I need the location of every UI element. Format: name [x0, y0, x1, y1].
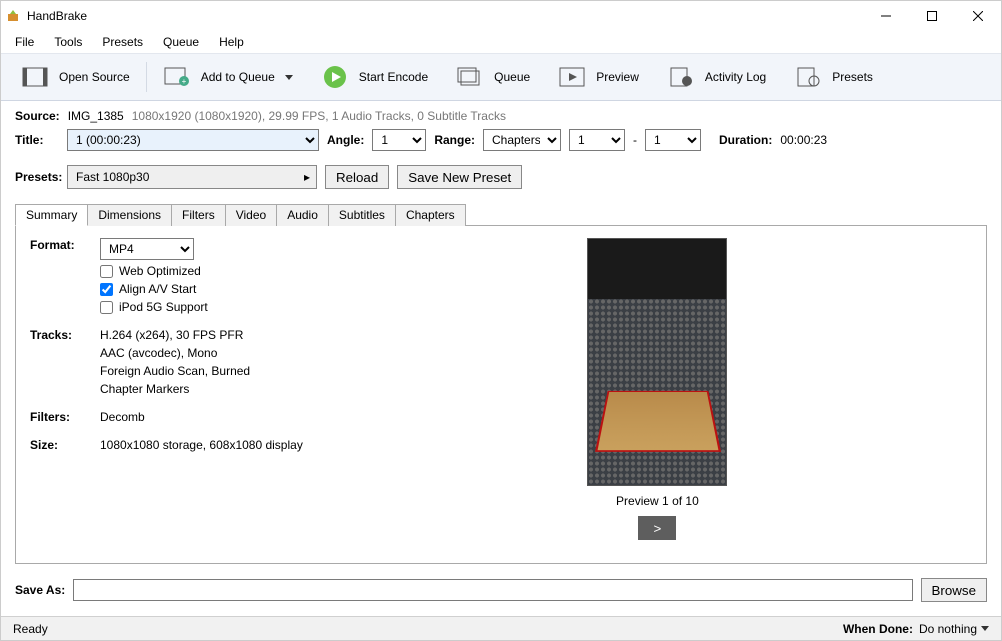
tracks-line: AAC (avcodec), Mono	[100, 346, 303, 360]
duration-value: 00:00:23	[780, 133, 827, 147]
presets-icon	[794, 66, 822, 88]
preset-select[interactable]: Fast 1080p30 ▸	[67, 165, 317, 189]
chevron-down-icon	[285, 75, 293, 80]
open-source-button[interactable]: Open Source	[7, 62, 144, 92]
queue-label: Queue	[494, 70, 530, 84]
open-source-label: Open Source	[59, 70, 130, 84]
tabs: Summary Dimensions Filters Video Audio S…	[15, 203, 987, 225]
range-label: Range:	[434, 133, 475, 147]
preview-icon	[558, 66, 586, 88]
tracks-label: Tracks:	[30, 328, 100, 396]
source-row: Source: IMG_1385 1080x1920 (1080x1920), …	[1, 101, 1001, 123]
title-row: Title: 1 (00:00:23) Angle: 1 Range: Chap…	[1, 123, 1001, 151]
preview-label: Preview	[596, 70, 639, 84]
menu-help[interactable]: Help	[211, 33, 252, 51]
status-text: Ready	[13, 622, 48, 636]
maximize-button[interactable]	[909, 1, 955, 31]
film-icon	[21, 66, 49, 88]
tracks-line: Chapter Markers	[100, 382, 303, 396]
toolbar: Open Source + Add to Queue Start Encode …	[1, 53, 1001, 101]
format-label: Format:	[30, 238, 100, 314]
summary-grid: Format: MP4 Web Optimized Align A/V Star…	[30, 238, 303, 551]
format-select[interactable]: MP4	[100, 238, 194, 260]
activity-log-label: Activity Log	[705, 70, 766, 84]
size-label: Size:	[30, 438, 100, 452]
save-row: Save As: Browse	[1, 564, 1001, 616]
presets-label: Presets:	[15, 170, 59, 184]
play-icon	[321, 66, 349, 88]
source-details: 1080x1920 (1080x1920), 29.99 FPS, 1 Audi…	[132, 109, 506, 123]
web-optimized-checkbox[interactable]: Web Optimized	[100, 264, 303, 278]
save-as-input[interactable]	[73, 579, 912, 601]
title-label: Title:	[15, 133, 59, 147]
start-encode-label: Start Encode	[359, 70, 428, 84]
chevron-down-icon	[981, 626, 989, 631]
tracks-line: H.264 (x264), 30 FPS PFR	[100, 328, 303, 342]
tab-filters[interactable]: Filters	[171, 204, 226, 226]
tracks-list: H.264 (x264), 30 FPS PFR AAC (avcodec), …	[100, 328, 303, 396]
preview-column: Preview 1 of 10 >	[587, 238, 727, 551]
queue-button[interactable]: Queue	[442, 62, 544, 92]
queue-icon	[456, 66, 484, 88]
svg-text:+: +	[181, 77, 186, 86]
range-end-select[interactable]: 1	[645, 129, 701, 151]
range-start-select[interactable]: 1	[569, 129, 625, 151]
tab-subtitles[interactable]: Subtitles	[328, 204, 396, 226]
ipod-checkbox[interactable]: iPod 5G Support	[100, 300, 303, 314]
preview-image	[587, 238, 727, 486]
size-value: 1080x1080 storage, 608x1080 display	[100, 438, 303, 452]
duration-label: Duration:	[719, 133, 772, 147]
menubar: File Tools Presets Queue Help	[1, 31, 1001, 53]
preview-pager-label: Preview 1 of 10	[616, 494, 699, 508]
picture-add-icon: +	[163, 66, 191, 88]
title-select[interactable]: 1 (00:00:23)	[67, 129, 319, 151]
statusbar: Ready When Done: Do nothing	[1, 616, 1001, 640]
when-done-select[interactable]: Do nothing	[919, 622, 989, 636]
activity-log-button[interactable]: Activity Log	[653, 62, 780, 92]
source-label: Source:	[15, 109, 60, 123]
menu-queue[interactable]: Queue	[155, 33, 207, 51]
tracks-line: Foreign Audio Scan, Burned	[100, 364, 303, 378]
when-done-label: When Done:	[843, 622, 913, 636]
close-button[interactable]	[955, 1, 1001, 31]
filters-label: Filters:	[30, 410, 100, 424]
titlebar: HandBrake	[1, 1, 1001, 31]
log-icon	[667, 66, 695, 88]
preview-button[interactable]: Preview	[544, 62, 653, 92]
filters-value: Decomb	[100, 410, 303, 424]
tab-summary[interactable]: Summary	[15, 204, 88, 226]
menu-file[interactable]: File	[7, 33, 42, 51]
angle-label: Angle:	[327, 133, 364, 147]
minimize-button[interactable]	[863, 1, 909, 31]
range-sep: -	[633, 133, 637, 147]
preview-next-button[interactable]: >	[638, 516, 676, 540]
app-icon	[5, 8, 21, 24]
tab-audio[interactable]: Audio	[276, 204, 329, 226]
presets-button[interactable]: Presets	[780, 62, 887, 92]
tab-chapters[interactable]: Chapters	[395, 204, 466, 226]
save-new-preset-button[interactable]: Save New Preset	[397, 165, 522, 189]
presets-row: Presets: Fast 1080p30 ▸ Reload Save New …	[1, 151, 1001, 189]
chevron-right-icon: ▸	[304, 170, 310, 184]
tab-video[interactable]: Video	[225, 204, 277, 226]
presets-label: Presets	[832, 70, 873, 84]
save-as-label: Save As:	[15, 583, 65, 597]
add-to-queue-button[interactable]: + Add to Queue	[149, 62, 307, 92]
tab-dimensions[interactable]: Dimensions	[87, 204, 172, 226]
add-to-queue-label: Add to Queue	[201, 70, 275, 84]
range-type-select[interactable]: Chapters	[483, 129, 561, 151]
source-value: IMG_1385	[68, 109, 124, 123]
reload-button[interactable]: Reload	[325, 165, 389, 189]
tab-panel: Format: MP4 Web Optimized Align A/V Star…	[15, 225, 987, 564]
align-av-checkbox[interactable]: Align A/V Start	[100, 282, 303, 296]
browse-button[interactable]: Browse	[921, 578, 987, 602]
menu-presets[interactable]: Presets	[94, 33, 151, 51]
start-encode-button[interactable]: Start Encode	[307, 62, 442, 92]
preset-value: Fast 1080p30	[76, 170, 149, 184]
window-title: HandBrake	[27, 9, 87, 23]
angle-select[interactable]: 1	[372, 129, 426, 151]
menu-tools[interactable]: Tools	[46, 33, 90, 51]
